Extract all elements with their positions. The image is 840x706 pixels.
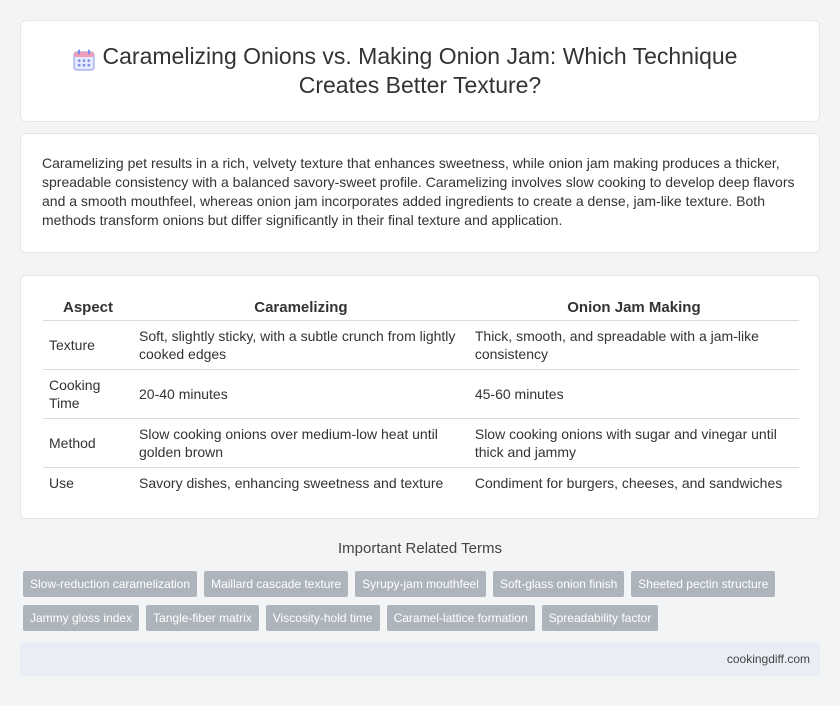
related-term-tag[interactable]: Sheeted pectin structure [631, 571, 776, 597]
row-onion-jam: 45-60 minutes [468, 369, 799, 419]
row-caramelizing: 20-40 minutes [133, 369, 469, 419]
footer-site-link[interactable]: cookingdiff.com [727, 652, 810, 666]
table-row: Texture Soft, slightly sticky, with a su… [43, 320, 799, 370]
related-term-tag[interactable]: Jammy gloss index [23, 605, 140, 631]
page-title: Caramelizing Onions vs. Making Onion Jam… [102, 43, 738, 98]
related-term-tag[interactable]: Syrupy-jam mouthfeel [355, 571, 486, 597]
row-caramelizing: Slow cooking onions over medium-low heat… [133, 418, 469, 468]
related-term-tag[interactable]: Slow-reduction caramelization [23, 571, 198, 597]
row-onion-jam: Slow cooking onions with sugar and vineg… [468, 418, 799, 468]
comparison-card: Aspect Caramelizing Onion Jam Making Tex… [20, 275, 820, 519]
row-aspect: Use [49, 474, 74, 491]
intro-paragraph: Caramelizing pet results in a rich, velv… [42, 155, 795, 228]
related-terms-title: Important Related Terms [338, 540, 502, 557]
table-row: Use Savory dishes, enhancing sweetness a… [43, 467, 799, 498]
related-term-tag[interactable]: Viscosity-hold time [265, 605, 380, 631]
table-row: Method Slow cooking onions over medium-l… [43, 418, 799, 468]
table-header-row: Aspect Caramelizing Onion Jam Making [43, 296, 799, 321]
related-term-tag[interactable]: Tangle-fiber matrix [146, 605, 259, 631]
related-terms-list: Slow-reduction caramelization Maillard c… [23, 571, 823, 631]
row-aspect: Texture [43, 320, 133, 370]
row-aspect: Cooking Time [43, 369, 133, 419]
header-onion-jam: Onion Jam Making [468, 296, 799, 321]
header-aspect: Aspect [43, 296, 133, 321]
intro-card: Caramelizing pet results in a rich, velv… [20, 133, 820, 253]
related-term-tag[interactable]: Maillard cascade texture [204, 571, 349, 597]
table-row: Cooking Time 20-40 minutes 45-60 minutes [43, 369, 799, 419]
footer-bar: cookingdiff.com [20, 642, 820, 676]
header-card: Caramelizing Onions vs. Making Onion Jam… [20, 20, 820, 122]
related-term-tag[interactable]: Soft-glass onion finish [492, 571, 625, 597]
row-caramelizing: Soft, slightly sticky, with a subtle cru… [133, 320, 469, 370]
comparison-table: Aspect Caramelizing Onion Jam Making Tex… [43, 296, 799, 498]
row-aspect: Method [43, 418, 133, 468]
header-caramelizing: Caramelizing [133, 296, 469, 321]
related-term-tag[interactable]: Caramel-lattice formation [386, 605, 535, 631]
row-onion-jam: Thick, smooth, and spreadable with a jam… [468, 320, 799, 370]
row-onion-jam: Condiment for burgers, cheeses, and sand… [474, 474, 783, 491]
related-term-tag[interactable]: Spreadability factor [541, 605, 659, 631]
row-caramelizing: Savory dishes, enhancing sweetness and t… [139, 474, 444, 491]
